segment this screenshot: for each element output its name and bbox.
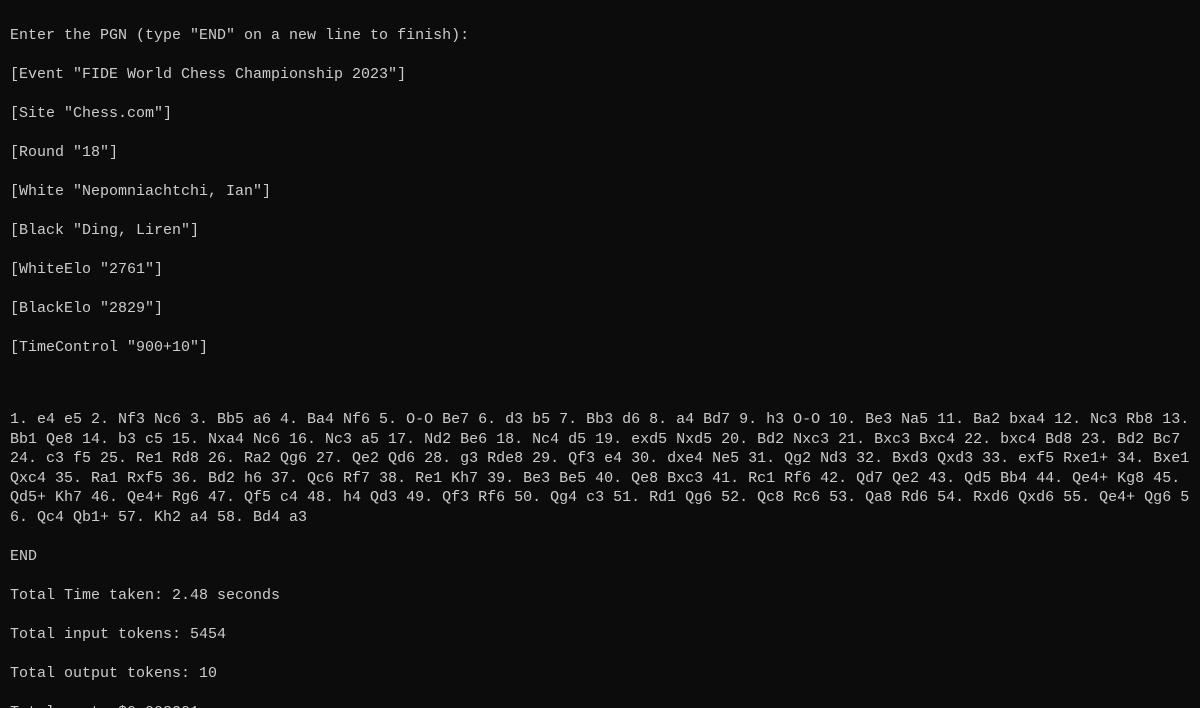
pgn-prompt: Enter the PGN (type "END" on a new line …	[10, 26, 1190, 46]
pgn-header: [WhiteElo "2761"]	[10, 260, 1190, 280]
terminal-output: Enter the PGN (type "END" on a new line …	[0, 0, 1200, 708]
pgn-header: [BlackElo "2829"]	[10, 299, 1190, 319]
pgn-header: [TimeControl "900+10"]	[10, 338, 1190, 358]
stat-cost: Total cost: $0.008201	[10, 703, 1190, 708]
pgn-header: [Round "18"]	[10, 143, 1190, 163]
pgn-header: [Event "FIDE World Chess Championship 20…	[10, 65, 1190, 85]
pgn-moves: 1. e4 e5 2. Nf3 Nc6 3. Bb5 a6 4. Ba4 Nf6…	[10, 410, 1190, 527]
stat-input-tokens: Total input tokens: 5454	[10, 625, 1190, 645]
stat-output-tokens: Total output tokens: 10	[10, 664, 1190, 684]
pgn-header: [Site "Chess.com"]	[10, 104, 1190, 124]
end-marker: END	[10, 547, 1190, 567]
pgn-header: [Black "Ding, Liren"]	[10, 221, 1190, 241]
stat-time: Total Time taken: 2.48 seconds	[10, 586, 1190, 606]
pgn-header: [White "Nepomniachtchi, Ian"]	[10, 182, 1190, 202]
